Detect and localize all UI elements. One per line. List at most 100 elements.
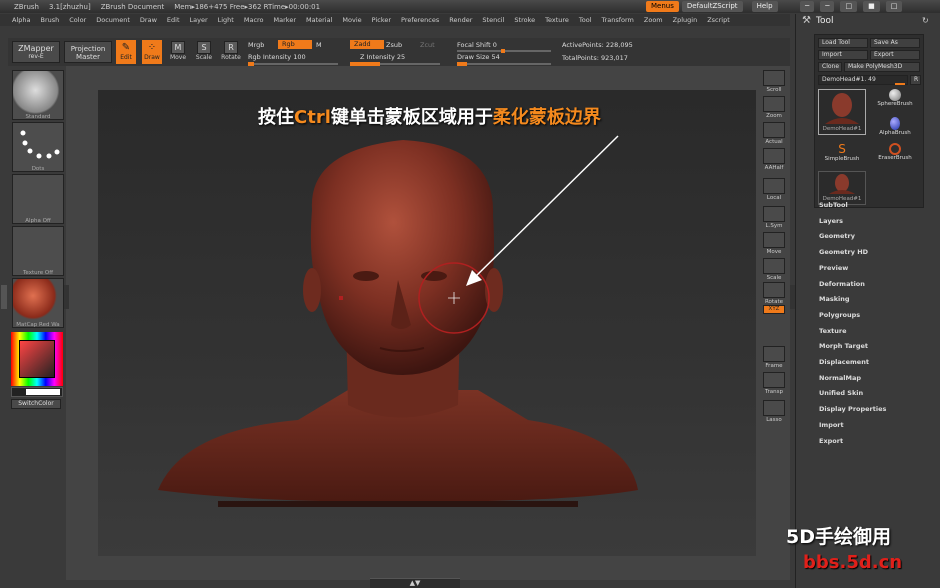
z-intensity-track[interactable] (350, 62, 440, 66)
rgb-intensity-track[interactable] (248, 62, 338, 66)
view-scroll-button[interactable]: Scroll (763, 70, 785, 93)
r-button[interactable]: R (910, 75, 921, 85)
clone-button[interactable]: Clone (818, 62, 842, 72)
make-polymesh-button[interactable]: Make PolyMesh3D (844, 62, 920, 72)
menu-alpha[interactable]: Alpha (12, 14, 30, 26)
view-zoom-button[interactable]: Zoom (763, 96, 785, 119)
material-thumb[interactable] (12, 278, 64, 328)
subpalette-unified-skin[interactable]: Unified Skin (819, 389, 863, 397)
mrgb-toggle[interactable]: Mrgb (248, 41, 264, 49)
tool-thumb-simplebrush[interactable]: S SimpleBrush (818, 143, 866, 169)
view-local-button[interactable]: Local (763, 178, 785, 201)
zmapper-button[interactable]: ZMapper rev-E (12, 41, 60, 63)
import-button[interactable]: Import (818, 50, 868, 60)
view-actual-button[interactable]: Actual (763, 122, 785, 145)
menu-transform[interactable]: Transform (602, 14, 634, 26)
zcut-toggle[interactable]: Zcut (420, 41, 435, 49)
view-aahalf-button[interactable]: AAHalf (763, 148, 785, 171)
menu-layer[interactable]: Layer (190, 14, 208, 26)
secondary-color-bar[interactable] (11, 387, 63, 397)
subpalette-import[interactable]: Import (819, 421, 844, 429)
switch-color-button[interactable]: SwitchColor (11, 399, 61, 409)
view-scale-button[interactable]: Scale (763, 258, 785, 281)
menus-button[interactable]: Menus (646, 1, 679, 12)
menu-tool[interactable]: Tool (579, 14, 592, 26)
subpalette-layers[interactable]: Layers (819, 217, 843, 225)
menu-stencil[interactable]: Stencil (482, 14, 504, 26)
subpalette-subtool[interactable]: SubTool (819, 201, 848, 209)
menu-draw[interactable]: Draw (140, 14, 157, 26)
window-control-5[interactable]: □ (885, 1, 903, 12)
menu-zoom[interactable]: Zoom (644, 14, 663, 26)
window-control-2[interactable]: ─ (820, 1, 835, 12)
menu-picker[interactable]: Picker (372, 14, 391, 26)
view-l-sym-button[interactable]: L.Sym (763, 206, 785, 229)
left-tray-handle[interactable] (1, 285, 7, 309)
view-frame-button[interactable]: Frame (763, 346, 785, 369)
z-intensity-slider[interactable]: Z Intensity 25 (360, 53, 405, 61)
window-control-3[interactable]: □ (840, 1, 858, 12)
subpalette-geometry[interactable]: Geometry (819, 232, 855, 240)
subpalette-polygroups[interactable]: Polygroups (819, 311, 860, 319)
zadd-toggle[interactable]: Zadd (350, 40, 384, 49)
help-button[interactable]: Help (751, 1, 778, 12)
view-move-button[interactable]: Move (763, 232, 785, 255)
export-button[interactable]: Export (870, 50, 920, 60)
bottom-tray-handle[interactable]: ▲▼ (370, 578, 460, 588)
rotate-button[interactable]: R Rotate (221, 41, 241, 63)
view-lasso-button[interactable]: Lasso (763, 400, 785, 423)
menu-brush[interactable]: Brush (40, 14, 59, 26)
alpha-thumb[interactable] (12, 174, 64, 224)
move-button[interactable]: M Move (168, 41, 188, 63)
subpalette-morph-target[interactable]: Morph Target (819, 342, 868, 350)
load-tool-button[interactable]: Load Tool (818, 38, 868, 48)
m-toggle[interactable]: M (316, 41, 322, 49)
focal-shift-slider[interactable]: Focal Shift 0 (457, 41, 497, 49)
draw-size-track[interactable] (457, 62, 551, 66)
menu-stroke[interactable]: Stroke (514, 14, 535, 26)
canvas[interactable] (98, 90, 756, 556)
color-swatch[interactable] (19, 340, 55, 378)
tool-thumb-demohead[interactable]: DemoHead#1 (818, 89, 866, 135)
subpalette-export[interactable]: Export (819, 437, 843, 445)
texture-thumb[interactable] (12, 226, 64, 276)
right-shelf-handle[interactable] (790, 285, 795, 309)
script-button[interactable]: DefaultZScript (681, 1, 743, 12)
menu-zplugin[interactable]: Zplugin (673, 14, 698, 26)
scale-button[interactable]: S Scale (194, 41, 214, 63)
view-rotate-button[interactable]: Rotate (763, 282, 785, 305)
left-shelf-handle[interactable] (64, 285, 69, 309)
menu-document[interactable]: Document (96, 14, 130, 26)
view-transp-button[interactable]: Transp (763, 372, 785, 395)
draw-size-slider[interactable]: Draw Size 54 (457, 53, 500, 61)
tool-thumb-alphabrush[interactable]: AlphaBrush (871, 117, 919, 143)
subpalette-geometry-hd[interactable]: Geometry HD (819, 248, 868, 256)
color-picker[interactable] (11, 332, 63, 386)
menu-zscript[interactable]: Zscript (707, 14, 730, 26)
menu-texture[interactable]: Texture (545, 14, 569, 26)
tool-thumb-demohead-2[interactable]: DemoHead#1 (818, 171, 866, 205)
rgb-intensity-slider[interactable]: Rgb Intensity 100 (248, 53, 306, 61)
draw-button[interactable]: ⁘ Draw (142, 40, 162, 64)
tool-thumb-eraserbrush[interactable]: EraserBrush (871, 143, 919, 169)
menu-movie[interactable]: Movie (342, 14, 361, 26)
rgb-toggle[interactable]: Rgb (278, 40, 312, 49)
subpalette-deformation[interactable]: Deformation (819, 280, 865, 288)
zsub-toggle[interactable]: Zsub (386, 41, 402, 49)
menu-edit[interactable]: Edit (167, 14, 180, 26)
menu-render[interactable]: Render (449, 14, 472, 26)
focal-shift-track[interactable] (457, 49, 551, 53)
subpalette-display-properties[interactable]: Display Properties (819, 405, 886, 413)
menu-color[interactable]: Color (69, 14, 86, 26)
window-control-4[interactable]: ■ (863, 1, 880, 12)
menu-material[interactable]: Material (306, 14, 332, 26)
subpalette-texture[interactable]: Texture (819, 327, 847, 335)
menu-light[interactable]: Light (218, 14, 234, 26)
view-xyz-button[interactable]: XYZ (763, 305, 785, 315)
brush-thumb-standard[interactable] (12, 70, 64, 120)
refresh-icon[interactable]: ↻ (922, 16, 929, 25)
menu-marker[interactable]: Marker (274, 14, 296, 26)
subpalette-masking[interactable]: Masking (819, 295, 850, 303)
menu-macro[interactable]: Macro (244, 14, 264, 26)
subpalette-displacement[interactable]: Displacement (819, 358, 869, 366)
